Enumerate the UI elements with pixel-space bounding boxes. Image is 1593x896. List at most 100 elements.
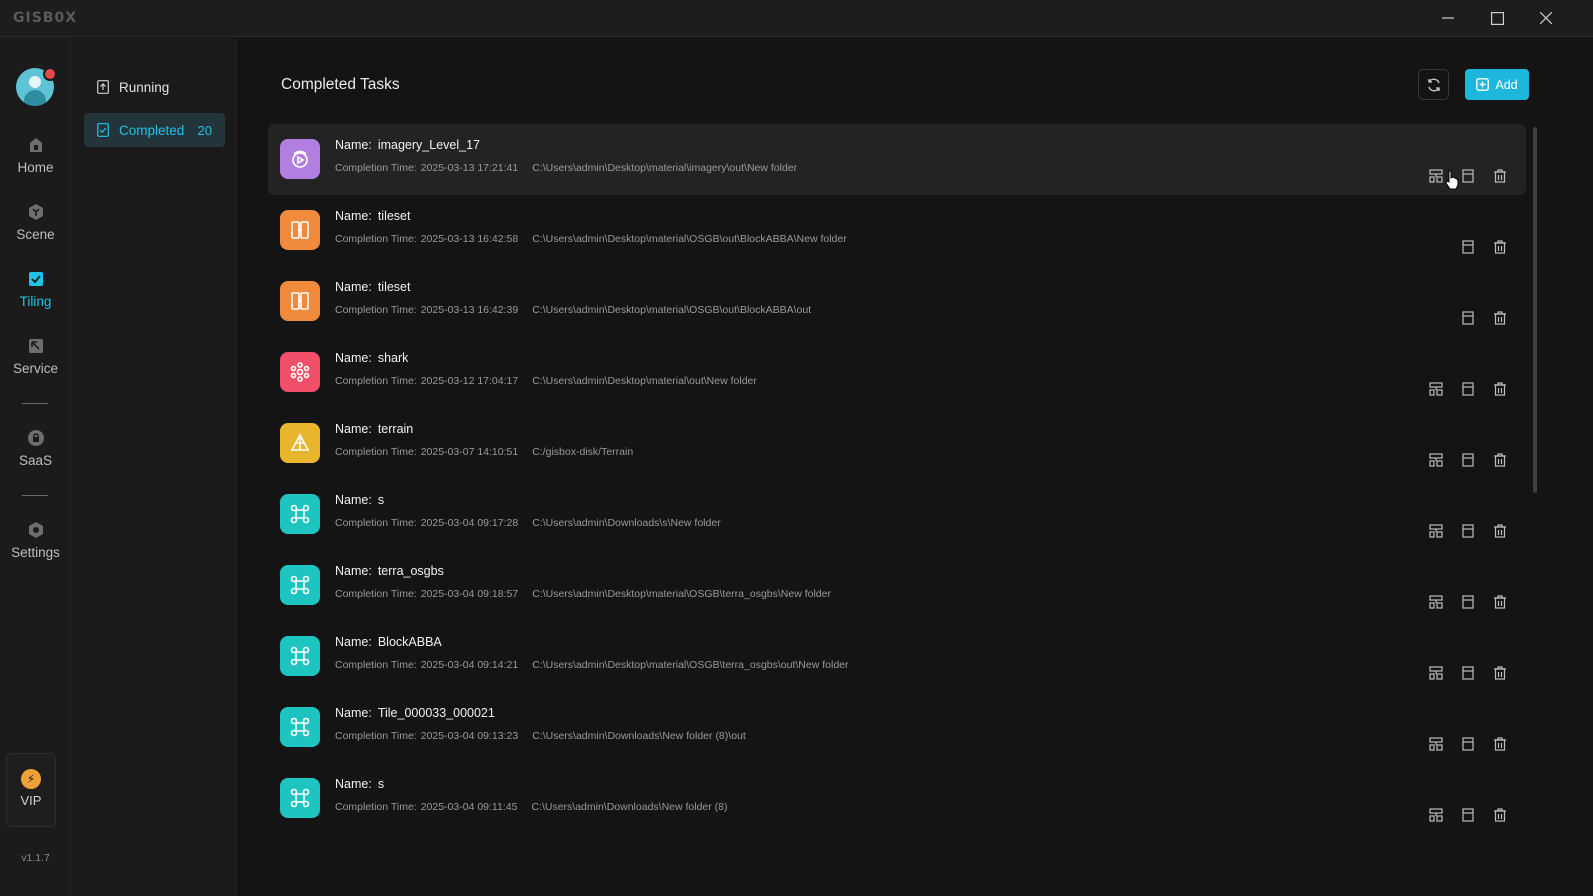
task-row[interactable]: Name: imagery_Level_17 Completion Time: 202… [268, 124, 1526, 195]
output-path[interactable]: C:\Users\admin\Desktop\material\OSGB\out… [532, 233, 847, 245]
publish-button[interactable] [1420, 734, 1452, 754]
nav-item-tiling[interactable]: Tiling [0, 270, 71, 326]
subnav-completed[interactable]: Completed 20 [84, 113, 225, 147]
publish-button[interactable] [1420, 379, 1452, 399]
task-row[interactable]: Name: s Completion Time: 2025-03-04 09:17:2… [268, 479, 1526, 550]
task-row[interactable]: Name: tileset Completion Time: 2025-03-13 1… [268, 266, 1526, 337]
nav-item-settings[interactable]: Settings [0, 521, 71, 577]
completion-time-value: 2025-03-04 09:17:28 [420, 517, 519, 529]
open-folder-button[interactable] [1452, 805, 1484, 825]
open-folder-button[interactable] [1452, 592, 1484, 612]
open-folder-button[interactable] [1452, 663, 1484, 683]
open-folder-button[interactable] [1452, 308, 1484, 328]
output-path[interactable]: C:/gisbox-disk/Terrain [532, 446, 633, 458]
task-name: Name: s [335, 493, 384, 507]
delete-button[interactable] [1484, 592, 1516, 612]
publish-service-icon [1429, 524, 1443, 538]
task-row[interactable]: Name: terra_osgbs Completion Time: 2025-03-… [268, 550, 1526, 621]
task-name: Name: shark [335, 351, 408, 365]
output-path[interactable]: C:\Users\admin\Desktop\material\imagery\… [532, 162, 797, 174]
maximize-icon [1490, 11, 1504, 25]
delete-button[interactable] [1484, 805, 1516, 825]
task-actions [1420, 308, 1516, 328]
publish-service-icon [1429, 666, 1443, 680]
open-folder-icon [1462, 524, 1474, 538]
task-type-icon [280, 494, 320, 534]
nav-item-scene[interactable]: Scene [0, 203, 71, 259]
task-row[interactable]: Name: Tile_000033_000021 Completion Time: 2… [268, 692, 1526, 763]
open-folder-icon [1462, 595, 1474, 609]
name-label: Name: [335, 564, 372, 578]
nav-item-home[interactable]: Home [0, 136, 71, 192]
output-path[interactable]: C:\Users\admin\Desktop\material\OSGB\ter… [532, 659, 848, 671]
open-folder-icon [1462, 382, 1474, 396]
publish-button[interactable] [1420, 450, 1452, 470]
task-row[interactable]: Name: tileset Completion Time: 2025-03-13 1… [268, 195, 1526, 266]
scrollbar[interactable] [1533, 127, 1537, 493]
open-folder-button[interactable] [1452, 734, 1484, 754]
task-list: Name: imagery_Level_17 Completion Time: 202… [268, 124, 1526, 896]
osgb-icon [290, 504, 310, 524]
nav-item-service[interactable]: Service [0, 337, 71, 393]
hand-cursor-icon [1445, 170, 1459, 190]
delete-button[interactable] [1484, 237, 1516, 257]
output-path[interactable]: C:\Users\admin\Downloads\s\New folder [532, 517, 721, 529]
task-name-value: BlockABBA [377, 635, 442, 649]
task-name-value: tileset [377, 209, 411, 223]
task-type-icon [280, 565, 320, 605]
publish-button[interactable] [1420, 592, 1452, 612]
vip-button[interactable]: ⚡ VIP [6, 753, 56, 827]
task-type-icon [280, 352, 320, 392]
output-path[interactable]: C:\Users\admin\Desktop\material\OSGB\ter… [532, 588, 831, 600]
output-path[interactable]: C:\Users\admin\Downloads\New folder (8) [531, 801, 727, 813]
task-row[interactable]: Name: terrain Completion Time: 2025-03-07 1… [268, 408, 1526, 479]
completion-time-label: Completion Time: [335, 233, 417, 245]
task-meta: Completion Time: 2025-03-04 09:14:21 C:\Us… [335, 659, 849, 671]
output-path[interactable]: C:\Users\admin\Desktop\material\out\New … [532, 375, 757, 387]
publish-button[interactable] [1420, 805, 1452, 825]
open-folder-button[interactable] [1452, 521, 1484, 541]
delete-button[interactable] [1484, 521, 1516, 541]
maximize-button[interactable] [1484, 6, 1510, 30]
task-actions [1420, 734, 1516, 754]
completion-time-value: 2025-03-13 16:42:39 [420, 304, 519, 316]
nav-item-saas[interactable]: SaaS [0, 429, 71, 485]
delete-button[interactable] [1484, 663, 1516, 683]
completion-time-value: 2025-03-13 17:21:41 [420, 162, 519, 174]
name-label: Name: [335, 209, 372, 223]
open-folder-button[interactable] [1452, 379, 1484, 399]
task-type-icon [280, 139, 320, 179]
task-type-icon [280, 210, 320, 250]
minimize-icon [1442, 17, 1454, 19]
delete-button[interactable] [1484, 450, 1516, 470]
publish-button[interactable] [1420, 663, 1452, 683]
task-meta: Completion Time: 2025-03-13 16:42:39 C:\Us… [335, 304, 811, 316]
close-button[interactable] [1533, 6, 1559, 30]
subnav-running[interactable]: Running [84, 70, 225, 104]
open-folder-button[interactable] [1452, 450, 1484, 470]
name-label: Name: [335, 138, 372, 152]
minimize-button[interactable] [1435, 6, 1461, 30]
delete-icon [1494, 382, 1506, 396]
completion-time-label: Completion Time: [335, 162, 417, 174]
add-button[interactable]: Add [1465, 69, 1529, 100]
task-row[interactable]: Name: BlockABBA Completion Time: 2025-03-04… [268, 621, 1526, 692]
publish-button[interactable] [1420, 521, 1452, 541]
notification-badge [43, 67, 57, 81]
output-path[interactable]: C:\Users\admin\Downloads\New folder (8)\… [532, 730, 746, 742]
refresh-button[interactable] [1418, 69, 1449, 100]
completion-time-label: Completion Time: [335, 801, 417, 813]
completion-time-label: Completion Time: [335, 304, 417, 316]
delete-button[interactable] [1484, 166, 1516, 186]
task-row[interactable]: Name: s Completion Time: 2025-03-04 09:11:4… [268, 763, 1526, 834]
tiling-subnav: Running Completed 20 [71, 37, 237, 896]
delete-button[interactable] [1484, 308, 1516, 328]
open-folder-button[interactable] [1452, 237, 1484, 257]
publish-service-icon [1429, 169, 1443, 183]
delete-button[interactable] [1484, 379, 1516, 399]
open-folder-icon [1462, 311, 1474, 325]
task-row[interactable]: Name: shark Completion Time: 2025-03-12 17:… [268, 337, 1526, 408]
name-label: Name: [335, 422, 372, 436]
delete-button[interactable] [1484, 734, 1516, 754]
output-path[interactable]: C:\Users\admin\Desktop\material\OSGB\out… [532, 304, 811, 316]
